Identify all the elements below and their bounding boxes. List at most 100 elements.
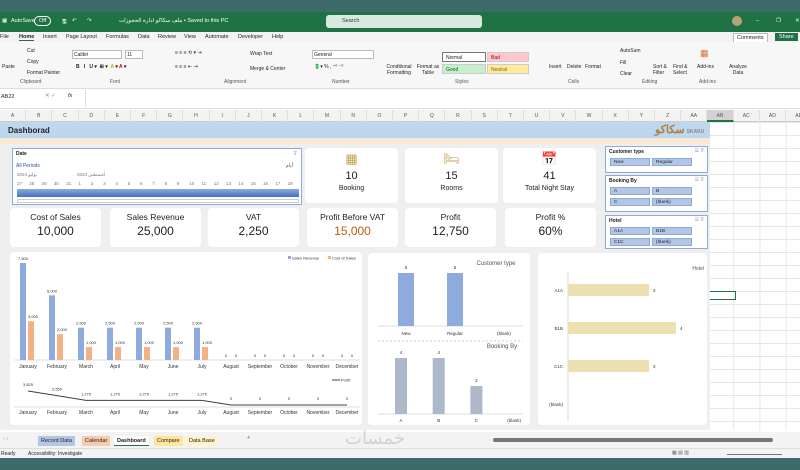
- column-header[interactable]: AB: [707, 110, 734, 122]
- profit-line[interactable]: [27, 390, 347, 406]
- slicer-item[interactable]: A1A: [610, 227, 650, 235]
- bar[interactable]: [568, 322, 676, 334]
- slicer-item[interactable]: A: [610, 187, 650, 195]
- sheet-tab[interactable]: Data Base: [186, 436, 218, 446]
- autosave-toggle[interactable]: Off: [34, 16, 52, 26]
- bar-sales-revenue[interactable]: [165, 327, 171, 360]
- style-bad[interactable]: Bad: [487, 52, 529, 62]
- slicer-item[interactable]: (blank): [652, 238, 692, 246]
- zoom-slider[interactable]: [727, 454, 782, 455]
- clear-button[interactable]: Clear: [620, 71, 632, 77]
- align-icons[interactable]: ≡ ≡ ≡ ⟲ ▾ ⇥: [175, 50, 202, 56]
- column-header[interactable]: R: [445, 110, 472, 122]
- customer-booking-chart[interactable]: Customer type 5 New 5 Regular (blank) Booking …: [368, 253, 530, 425]
- font-size-select[interactable]: 11: [125, 50, 143, 59]
- column-header[interactable]: L: [288, 110, 315, 122]
- timeline-day[interactable]: 12: [214, 181, 219, 186]
- column-header[interactable]: AC: [734, 110, 760, 122]
- timeline-day[interactable]: 14: [238, 181, 243, 186]
- column-header[interactable]: T: [498, 110, 524, 122]
- date-timeline-slicer[interactable]: Date All Periods أيام ⊽ يوليو 2024 أغسطس…: [12, 148, 302, 205]
- column-header[interactable]: S: [472, 110, 498, 122]
- column-header[interactable]: M: [314, 110, 341, 122]
- slicer-item[interactable]: Regular: [652, 158, 692, 166]
- column-header[interactable]: V: [550, 110, 577, 122]
- bold-button[interactable]: B I U ▾ ⊞ ▾ A ▾ A ▾: [76, 64, 126, 70]
- column-header[interactable]: Q: [419, 110, 446, 122]
- number-format-select[interactable]: General: [312, 50, 374, 59]
- timeline-day[interactable]: 18: [288, 181, 293, 186]
- bar-cost-of-sales[interactable]: [28, 321, 34, 360]
- column-header[interactable]: AA: [681, 110, 708, 122]
- timeline-day[interactable]: 11: [202, 181, 207, 186]
- timeline-day[interactable]: 9: [177, 181, 180, 186]
- bar-sales-revenue[interactable]: [194, 327, 200, 360]
- find-select-button[interactable]: Find & Select: [673, 64, 691, 76]
- search-input[interactable]: Search: [326, 15, 482, 28]
- format-painter-button[interactable]: Format Painter: [27, 70, 60, 76]
- filter-icon[interactable]: ☰ ⊽: [694, 148, 704, 154]
- bar-sales-revenue[interactable]: [136, 327, 142, 360]
- column-header[interactable]: A: [0, 110, 27, 122]
- column-header[interactable]: G: [157, 110, 184, 122]
- redo-icon[interactable]: ↷: [87, 18, 92, 24]
- column-header[interactable]: H: [183, 110, 210, 122]
- monthly-chart[interactable]: 7,500 3,000 January January 5,000 2,000 Februa…: [10, 252, 362, 425]
- add-sheet-button[interactable]: +: [247, 435, 250, 441]
- filter-icon[interactable]: ☰ ⊽: [694, 177, 704, 183]
- column-header[interactable]: K: [262, 110, 289, 122]
- slicer-1[interactable]: Booking By ☰ ⊽ A B C (blank): [605, 175, 708, 212]
- merge-center-button[interactable]: Merge & Center: [250, 66, 285, 72]
- column-header[interactable]: B: [26, 110, 53, 122]
- cancel-icon[interactable]: ✕ ✓: [45, 93, 56, 99]
- view-icons[interactable]: ▦ ▤ ▥: [672, 450, 689, 456]
- sheet-tab[interactable]: Calendar: [82, 436, 111, 446]
- column-header[interactable]: U: [524, 110, 551, 122]
- column-header[interactable]: D: [79, 110, 105, 122]
- sheet-tab[interactable]: Compare: [154, 436, 183, 446]
- avatar[interactable]: [732, 16, 742, 26]
- bar[interactable]: [568, 284, 649, 296]
- bar[interactable]: [470, 386, 483, 414]
- column-header[interactable]: J: [236, 110, 262, 122]
- number-icons[interactable]: 💲▾ % , ⁺⁰ ⁻⁰: [314, 64, 343, 70]
- column-header[interactable]: W: [576, 110, 603, 122]
- sort-filter-button[interactable]: Sort & Filter: [653, 64, 671, 76]
- column-header[interactable]: C: [52, 110, 79, 122]
- timeline-day[interactable]: 2: [91, 181, 94, 186]
- bar-cost-of-sales[interactable]: [57, 334, 63, 360]
- slicer-item[interactable]: New: [610, 158, 650, 166]
- slicer-0[interactable]: Customer type ☰ ⊽ New Regular: [605, 146, 708, 173]
- accessibility-status[interactable]: Accessibility: Investigate: [28, 451, 82, 457]
- slicer-item[interactable]: B: [652, 187, 692, 195]
- paste-button[interactable]: Paste: [2, 64, 15, 70]
- timeline-day[interactable]: 30: [54, 181, 59, 186]
- style-good[interactable]: Good: [442, 64, 486, 74]
- column-header[interactable]: P: [393, 110, 420, 122]
- bar-cost-of-sales[interactable]: [173, 347, 179, 360]
- bar-sales-revenue[interactable]: [107, 327, 113, 360]
- sheet-tab[interactable]: Record Data: [38, 436, 75, 446]
- bar-sales-revenue[interactable]: [49, 295, 55, 360]
- save-icon[interactable]: 🖫: [62, 18, 67, 27]
- timeline-day[interactable]: 5: [128, 181, 131, 186]
- copy-button[interactable]: Copy: [27, 59, 39, 65]
- tab-automate[interactable]: Automate: [205, 34, 229, 40]
- insert-function-button[interactable]: fx: [68, 93, 72, 99]
- addins-button[interactable]: Add-ins: [697, 64, 714, 70]
- restore-icon[interactable]: ❐: [776, 18, 781, 24]
- column-header[interactable]: E: [105, 110, 131, 122]
- slicer-item[interactable]: C1C: [610, 238, 650, 246]
- fill-button[interactable]: Fill: [620, 60, 626, 66]
- timeline-selection-bar[interactable]: [17, 189, 299, 197]
- timeline-all-periods[interactable]: All Periods: [16, 163, 40, 169]
- formula-input[interactable]: [85, 90, 800, 107]
- timeline-day[interactable]: 27: [17, 181, 22, 186]
- timeline-level-select[interactable]: أيام: [286, 163, 293, 169]
- bar[interactable]: [432, 358, 445, 414]
- delete-cells-button[interactable]: Delete: [567, 64, 581, 70]
- slicer-item[interactable]: (blank): [652, 198, 692, 206]
- format-as-table-button[interactable]: Format as Table: [415, 64, 441, 76]
- undo-icon[interactable]: ↶: [72, 18, 77, 24]
- style-neutral[interactable]: Neutral: [487, 64, 529, 74]
